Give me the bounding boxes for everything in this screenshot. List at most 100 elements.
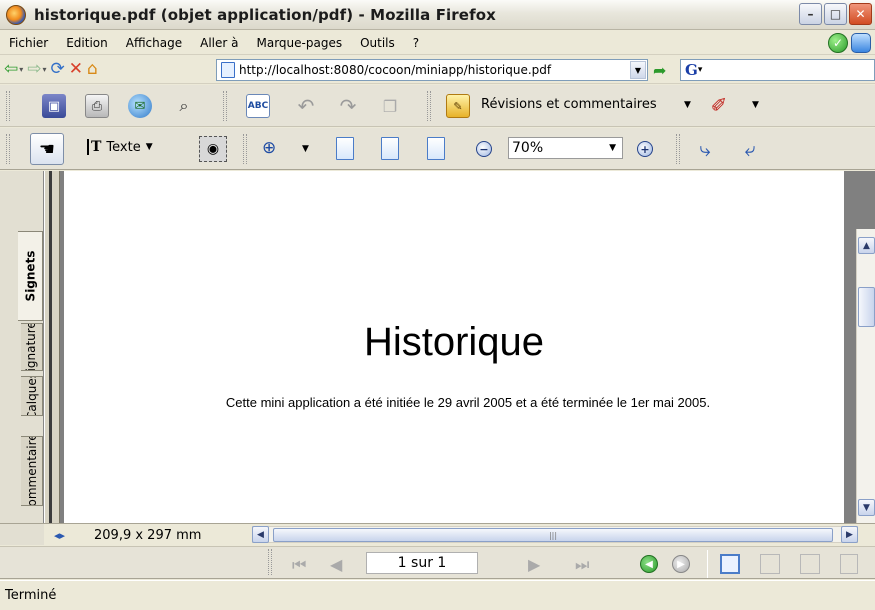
status-bar: Terminé: [0, 580, 875, 610]
back-arrow-icon[interactable]: ⇦: [4, 61, 18, 78]
redo-icon[interactable]: ↷: [336, 94, 360, 118]
menu-affichage[interactable]: Affichage: [117, 36, 191, 50]
toolbar-grip[interactable]: [427, 91, 431, 121]
back-dropdown-icon[interactable]: ▾: [19, 65, 23, 74]
search-engine-dropdown-icon[interactable]: ▾: [698, 65, 703, 75]
search-box[interactable]: G ▾: [680, 59, 875, 81]
scroll-up-icon[interactable]: ▲: [858, 237, 875, 254]
reload-icon[interactable]: ⟳: [51, 61, 65, 78]
zoom-in-icon[interactable]: +: [637, 141, 653, 157]
review-menu-label[interactable]: Révisions et commentaires: [481, 97, 657, 112]
toolbar-grip[interactable]: [6, 91, 10, 121]
home-icon[interactable]: ⌂: [87, 61, 98, 78]
facing-layout-icon[interactable]: [800, 554, 820, 574]
tab-commentaires[interactable]: Commentaires: [21, 436, 43, 506]
panel-splitter[interactable]: [44, 171, 60, 523]
next-view-icon[interactable]: ▶: [672, 555, 690, 573]
menu-help[interactable]: ?: [404, 36, 428, 50]
fit-width-icon[interactable]: [427, 137, 445, 160]
minimize-button[interactable]: –: [799, 3, 822, 25]
select-text-dropdown-icon[interactable]: ▼: [146, 142, 153, 152]
page-number-value[interactable]: 1 sur 1: [398, 555, 447, 571]
maximize-button[interactable]: □: [824, 3, 847, 25]
pen-markup-icon[interactable]: ✐: [707, 93, 731, 117]
email-globe-icon[interactable]: ✉: [128, 94, 152, 118]
zoom-in-magnifier-icon[interactable]: ⊕: [262, 138, 276, 158]
review-comment-icon[interactable]: ✎: [446, 94, 470, 118]
actual-size-icon[interactable]: [336, 137, 354, 160]
save-icon[interactable]: ▣: [42, 94, 66, 118]
menu-outils[interactable]: Outils: [351, 36, 404, 50]
vertical-scrollbar[interactable]: ▲ ▼: [856, 229, 875, 523]
rotate-counterclockwise-icon[interactable]: ⤶: [737, 135, 763, 163]
forward-arrow-icon[interactable]: ⇨: [27, 61, 41, 78]
close-icon: ✕: [855, 7, 866, 21]
url-bar[interactable]: http://localhost:8080/cocoon/miniapp/his…: [216, 59, 648, 81]
forward-dropdown-icon[interactable]: ▾: [43, 65, 47, 74]
scroll-left-icon[interactable]: ◀: [252, 526, 269, 543]
next-page-icon[interactable]: ▶: [528, 555, 540, 574]
first-page-icon[interactable]: ⏮: [292, 555, 306, 575]
page-number-field[interactable]: 1 sur 1: [366, 552, 478, 574]
minimize-icon: –: [807, 7, 814, 21]
last-page-icon[interactable]: ⏭: [575, 555, 589, 575]
toolbar-grip[interactable]: [223, 91, 227, 121]
single-page-layout-icon[interactable]: [720, 554, 740, 574]
tab-signatures-label: Signatures: [24, 323, 39, 371]
tab-signets[interactable]: Signets: [18, 231, 43, 321]
toolbar-grip[interactable]: [243, 134, 247, 164]
menu-marque-pages[interactable]: Marque-pages: [248, 36, 352, 50]
toolbar-grip[interactable]: [676, 134, 680, 164]
document-body: Cette mini application a été initiée le …: [225, 395, 711, 410]
scroll-right-icon[interactable]: ▶: [841, 526, 858, 543]
spellcheck-icon[interactable]: ABC: [246, 94, 270, 118]
zoom-out-icon[interactable]: −: [476, 141, 492, 157]
google-logo-icon[interactable]: G: [685, 61, 698, 79]
snapshot-tool-icon[interactable]: ◉: [199, 136, 227, 162]
vertical-scroll-thumb[interactable]: [858, 287, 875, 327]
firefox-logo-icon: [6, 4, 26, 25]
continuous-layout-icon[interactable]: [760, 554, 780, 574]
tab-calques[interactable]: Calques: [21, 376, 43, 416]
menu-aller[interactable]: Aller à: [191, 36, 247, 50]
url-text[interactable]: http://localhost:8080/cocoon/miniapp/his…: [239, 63, 630, 77]
find-binoculars-icon[interactable]: ⌕: [172, 94, 196, 118]
copy-icon[interactable]: ❐: [378, 94, 402, 118]
continuous-facing-layout-icon[interactable]: [840, 554, 858, 574]
stop-icon[interactable]: ✕: [69, 61, 83, 78]
page-navigation-bar: ⏮ ◀ 1 sur 1 ▶ ⏭ ◀ ▶: [0, 546, 875, 579]
previous-page-icon[interactable]: ◀: [330, 555, 342, 574]
status-text: Terminé: [5, 588, 57, 603]
scroll-down-icon[interactable]: ▼: [858, 499, 875, 516]
print-icon[interactable]: ⎙: [85, 94, 109, 118]
zoom-level-dropdown-icon[interactable]: ▼: [609, 143, 616, 153]
hand-tool-icon[interactable]: ☚: [30, 133, 64, 165]
zoom-level-field[interactable]: 70% ▼: [508, 137, 623, 159]
horizontal-scrollbar[interactable]: ◀ ||| ▶: [252, 526, 858, 543]
green-addon-icon[interactable]: ✓: [828, 33, 848, 53]
fit-page-icon[interactable]: [381, 137, 399, 160]
page-favicon-icon: [221, 62, 235, 78]
toolbar-grip[interactable]: [268, 549, 272, 575]
go-arrow-icon[interactable]: ➦: [653, 61, 666, 80]
pdf-viewer: Signets Signatures Calques Commentaires …: [0, 171, 875, 545]
tab-commentaires-label: Commentaires: [24, 436, 39, 506]
menu-fichier[interactable]: Fichier: [0, 36, 57, 50]
tab-signatures[interactable]: Signatures: [21, 323, 43, 371]
close-button[interactable]: ✕: [849, 3, 872, 25]
blue-addon-icon[interactable]: [851, 33, 871, 53]
pdf-page: Historique Cette mini application a été …: [64, 171, 844, 523]
review-dropdown-icon[interactable]: ▼: [684, 100, 691, 110]
previous-view-icon[interactable]: ◀: [640, 555, 658, 573]
horizontal-scroll-thumb[interactable]: |||: [273, 528, 833, 542]
url-dropdown-icon[interactable]: ▼: [630, 61, 646, 79]
pen-dropdown-icon[interactable]: ▼: [752, 100, 759, 110]
rotate-clockwise-icon[interactable]: ⤷: [692, 135, 718, 163]
zoom-tool-dropdown-icon[interactable]: ▼: [302, 144, 309, 154]
menu-bar: Fichier Edition Affichage Aller à Marque…: [0, 31, 875, 55]
select-text-tool[interactable]: T Texte ▼: [87, 139, 153, 155]
menu-edition[interactable]: Edition: [57, 36, 117, 50]
zoom-level-value[interactable]: 70%: [512, 140, 543, 156]
toolbar-grip[interactable]: [6, 134, 10, 164]
undo-icon[interactable]: ↶: [294, 94, 318, 118]
